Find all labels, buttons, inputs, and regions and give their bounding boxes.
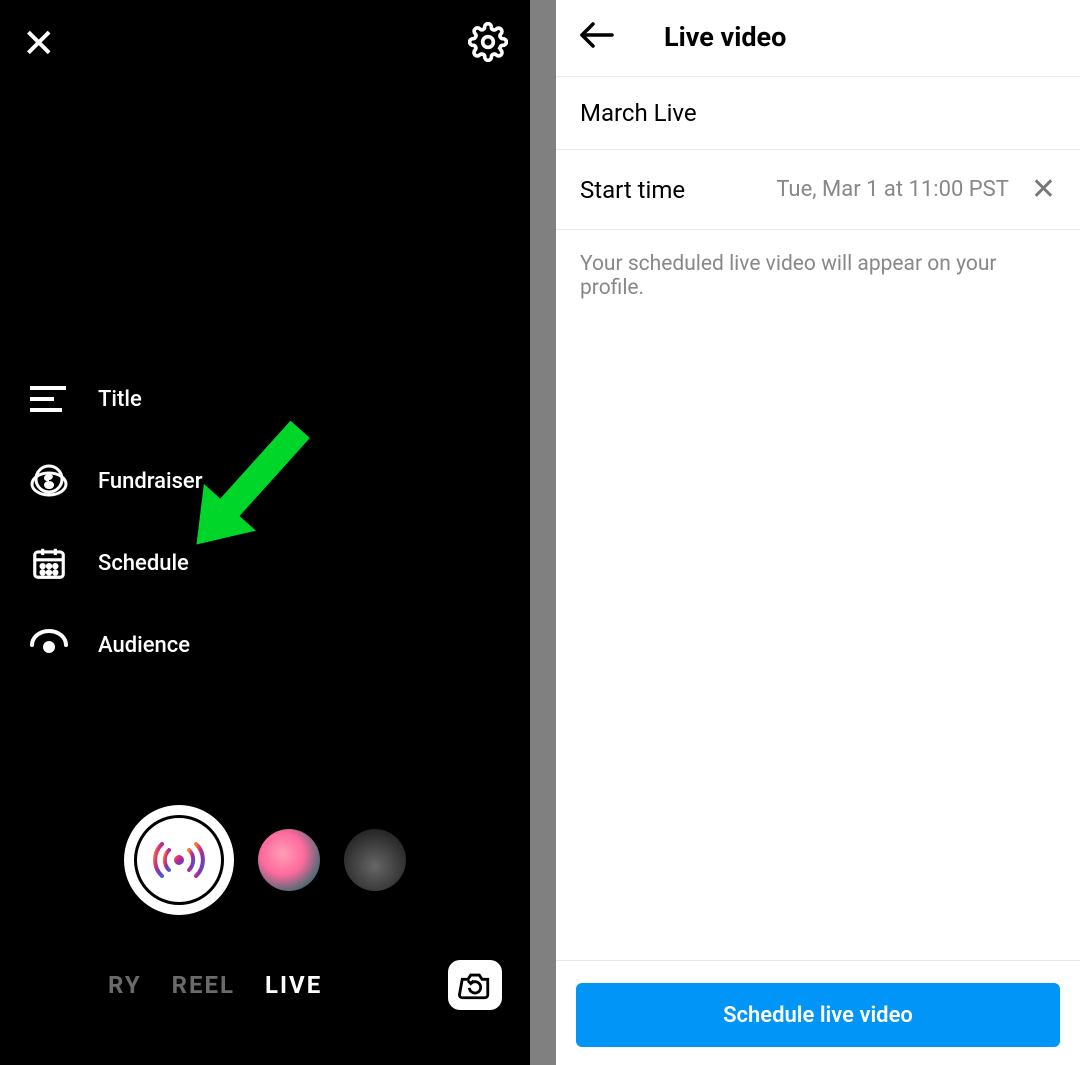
option-schedule-label: Schedule: [98, 551, 189, 576]
tab-reel[interactable]: REEL: [172, 971, 235, 999]
fundraiser-icon: [30, 462, 68, 500]
flip-camera-icon: [458, 970, 492, 1000]
option-fundraiser-label: Fundraiser: [98, 469, 203, 494]
schedule-hint-text: Your scheduled live video will appear on…: [556, 230, 1080, 322]
option-audience[interactable]: Audience: [30, 626, 203, 664]
start-time-row[interactable]: Start time Tue, Mar 1 at 11:00 PST ✕: [556, 150, 1080, 230]
filter-thumbnail-2[interactable]: [344, 829, 406, 891]
close-icon[interactable]: ✕: [22, 24, 56, 64]
settings-icon[interactable]: [468, 22, 508, 66]
title-icon: [30, 380, 68, 418]
camera-live-panel: ✕ Title: [0, 0, 530, 1065]
option-fundraiser[interactable]: Fundraiser: [30, 462, 203, 500]
go-live-button[interactable]: [124, 805, 234, 915]
panel-divider: [530, 0, 556, 1065]
flip-camera-button[interactable]: [448, 960, 502, 1010]
page-title: Live video: [664, 21, 786, 53]
live-options-list: Title Fundraiser: [30, 380, 203, 664]
schedule-live-video-button[interactable]: Schedule live video: [576, 983, 1060, 1047]
cta-footer: Schedule live video: [556, 960, 1080, 1047]
left-top-bar: ✕: [0, 0, 530, 66]
start-time-value: Tue, Mar 1 at 11:00 PST: [776, 177, 1009, 202]
calendar-icon: [30, 544, 68, 582]
option-audience-label: Audience: [98, 633, 190, 658]
filter-thumbnail-1[interactable]: [258, 829, 320, 891]
camera-mode-tabs: RY REEL LIVE: [0, 960, 530, 1010]
schedule-live-panel: Live video March Live Start time Tue, Ma…: [556, 0, 1080, 1065]
shutter-row: [0, 805, 530, 915]
back-icon[interactable]: [578, 20, 614, 54]
clear-start-time-icon[interactable]: ✕: [1031, 172, 1056, 207]
option-schedule[interactable]: Schedule: [30, 544, 203, 582]
tab-live[interactable]: LIVE: [265, 971, 322, 999]
start-time-label: Start time: [580, 176, 685, 204]
right-header: Live video: [556, 0, 1080, 77]
live-title-row[interactable]: March Live: [556, 77, 1080, 150]
audience-icon: [30, 626, 68, 664]
live-broadcast-icon: [139, 820, 219, 900]
option-title[interactable]: Title: [30, 380, 203, 418]
option-title-label: Title: [98, 387, 142, 412]
tab-story-partial[interactable]: RY: [108, 971, 142, 999]
live-title-value: March Live: [580, 99, 697, 127]
